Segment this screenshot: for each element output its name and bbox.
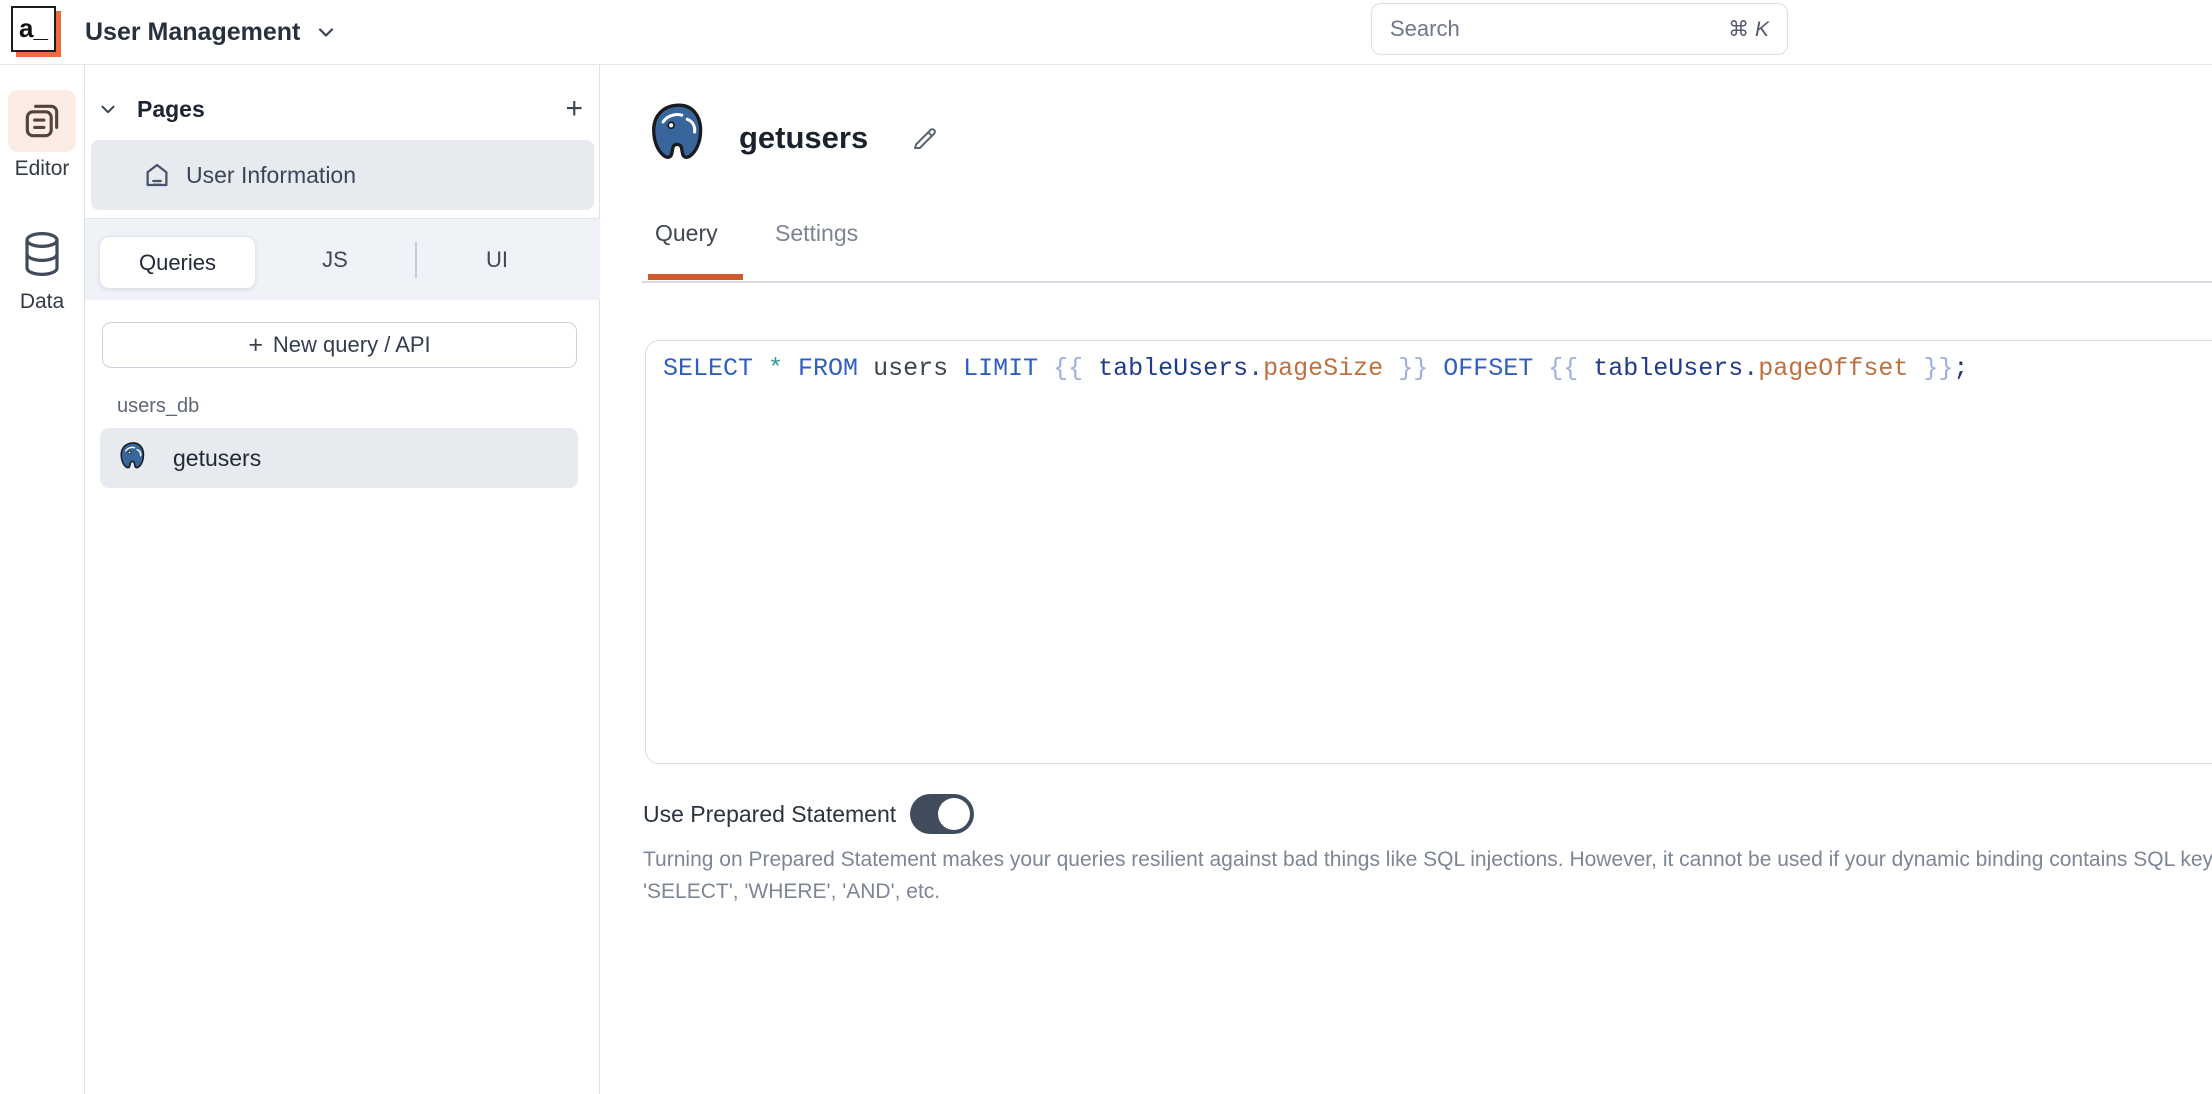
prepared-statement-label: Use Prepared Statement: [643, 800, 897, 827]
query-title: getusers: [739, 120, 869, 155]
app-title-menu[interactable]: User Management: [85, 0, 338, 64]
pages-icon: [8, 90, 76, 152]
database-icon: [8, 223, 76, 285]
left-rail: Editor Data: [0, 65, 85, 1094]
rail-item-editor[interactable]: Editor: [0, 90, 84, 181]
search-box[interactable]: ⌘ K: [1371, 3, 1788, 55]
postgres-icon: [645, 98, 712, 178]
query-item-getusers[interactable]: getusers: [100, 428, 578, 488]
app-title: User Management: [85, 17, 301, 46]
home-icon: [142, 160, 172, 190]
tab-queries-label: Queries: [138, 249, 217, 275]
chevron-down-icon[interactable]: [97, 98, 119, 120]
entity-tabs: Queries JS UI: [85, 219, 600, 300]
query-header: getusers: [645, 98, 940, 178]
add-page-button[interactable]: +: [565, 94, 583, 124]
tab-ui-label: UI: [486, 246, 508, 272]
prepared-statement-toggle[interactable]: [910, 794, 975, 834]
rail-item-data[interactable]: Data: [0, 223, 84, 314]
tab-settings[interactable]: Settings: [775, 220, 858, 247]
tab-queries[interactable]: Queries: [99, 236, 256, 289]
tab-js[interactable]: JS: [256, 219, 414, 300]
sql-code-line[interactable]: SELECT * FROM users LIMIT {{ tableUsers.…: [663, 352, 2212, 386]
datasource-group-label: users_db: [117, 395, 200, 417]
rail-label-data: Data: [19, 290, 65, 313]
page-item-label: User Information: [186, 161, 357, 188]
app-logo[interactable]: a_: [11, 6, 56, 52]
pages-section-title: Pages: [137, 95, 205, 122]
pages-panel: Pages + User Information Queries JS UI +…: [85, 65, 600, 1094]
chevron-down-icon: [314, 20, 338, 44]
tab-baseline: [642, 281, 2212, 283]
new-query-label: New query / API: [272, 332, 431, 357]
help-line-2: 'SELECT', 'WHERE', 'AND', etc.: [643, 880, 941, 903]
pages-section-header: Pages +: [97, 85, 583, 133]
tab-query[interactable]: Query: [655, 220, 718, 247]
active-tab-underline: [648, 274, 743, 280]
prepared-statement-row: Use Prepared Statement: [643, 794, 975, 834]
search-input[interactable]: [1390, 16, 1729, 42]
help-line-1: Turning on Prepared Statement makes your…: [643, 848, 2212, 871]
plus-icon: +: [248, 330, 263, 359]
new-query-button[interactable]: + New query / API: [102, 322, 577, 368]
toggle-knob: [938, 798, 971, 830]
query-item-label: getusers: [173, 444, 262, 471]
main-content: getusers Query Settings SELECT * FROM us…: [601, 65, 2212, 1094]
prepared-statement-help: Turning on Prepared Statement makes your…: [643, 844, 2212, 908]
postgres-icon: [117, 441, 149, 475]
app-logo-text: a_: [19, 13, 48, 43]
page-item-user-information[interactable]: User Information: [91, 140, 594, 210]
rail-label-editor: Editor: [14, 157, 70, 180]
tab-js-label: JS: [322, 246, 348, 272]
tab-ui[interactable]: UI: [417, 219, 577, 300]
sql-editor[interactable]: SELECT * FROM users LIMIT {{ tableUsers.…: [645, 340, 2212, 764]
edit-pencil-icon[interactable]: [910, 123, 940, 153]
search-shortcut: ⌘ K: [1728, 17, 1769, 41]
top-header: a_ User Management ⌘ K: [0, 0, 2212, 65]
